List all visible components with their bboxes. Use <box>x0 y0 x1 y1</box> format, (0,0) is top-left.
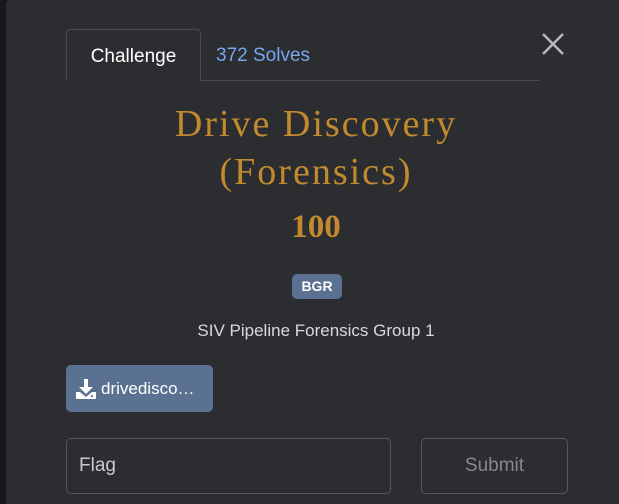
challenge-title: Drive Discovery (Forensics) <box>66 100 566 196</box>
submit-button[interactable]: Submit <box>421 438 568 494</box>
download-file-label: drivedisco… <box>101 379 195 398</box>
challenge-points: 100 <box>291 209 341 245</box>
close-icon <box>542 33 564 55</box>
challenge-description: SIV Pipeline Forensics Group 1 <box>197 321 435 340</box>
challenge-tag-badge: BGR <box>292 274 342 299</box>
tab-solves[interactable]: 372 Solves <box>216 29 310 79</box>
download-file-button[interactable]: drivedisco… <box>66 365 213 412</box>
close-button[interactable] <box>539 30 567 58</box>
flag-input[interactable] <box>66 438 391 494</box>
challenge-title-line2: (Forensics) <box>219 151 413 193</box>
tab-challenge[interactable]: Challenge <box>66 29 201 81</box>
download-icon <box>76 379 96 399</box>
challenge-tabs: Challenge 372 Solves <box>66 29 539 81</box>
challenge-title-line1: Drive Discovery <box>174 103 458 145</box>
challenge-modal: Challenge 372 Solves Drive Discovery (Fo… <box>6 0 619 504</box>
